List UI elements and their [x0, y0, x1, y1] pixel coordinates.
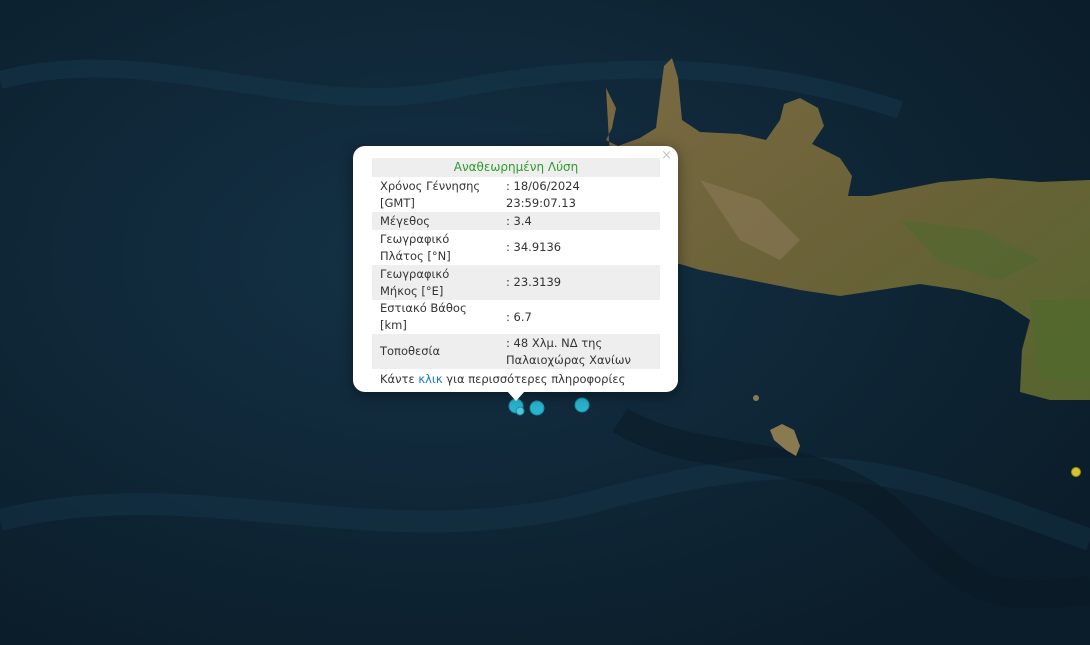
table-row: Μέγεθος : 3.4	[372, 212, 660, 230]
row-value-location: : 48 Χλμ. ΝΔ της Παλαιοχώρας Χανίων	[498, 334, 660, 369]
row-value-magnitude: : 3.4	[498, 212, 660, 230]
forest-area	[1030, 300, 1090, 380]
row-label-location: Τοποθεσία	[372, 334, 498, 369]
row-label-magnitude: Μέγεθος	[372, 212, 498, 230]
row-label-latitude: Γεωγραφικό Πλάτος [°N]	[380, 231, 451, 263]
row-label-origin-time: Χρόνος Γέννησης [GMT]	[380, 178, 481, 210]
close-icon[interactable]: ×	[661, 149, 672, 163]
more-info-suffix: για περισσότερες πληροφορίες	[446, 372, 626, 386]
earthquake-marker[interactable]	[1071, 467, 1081, 477]
popup-tip	[507, 391, 525, 401]
row-value-latitude: : 34.9136	[506, 240, 562, 254]
row-value-depth: : 6.7	[506, 309, 532, 324]
popup-title: Αναθεωρημένη Λύση	[372, 158, 660, 177]
more-info-link[interactable]: κλικ	[418, 372, 442, 386]
earthquake-marker[interactable]	[574, 397, 590, 413]
table-row: Γεωγραφικό Πλάτος [°N] : 34.9136	[372, 230, 660, 265]
more-info-line: Κάντε κλικ για περισσότερες πληροφορίες	[372, 369, 660, 389]
islet	[753, 395, 759, 401]
table-row: Χρόνος Γέννησης [GMT] : 18/06/2024 23:59…	[372, 177, 660, 212]
earthquake-popup: × Αναθεωρημένη Λύση Χρόνος Γέννησης [GMT…	[353, 146, 678, 401]
more-info-prefix: Κάντε	[380, 372, 415, 386]
row-value-origin-time: : 18/06/2024 23:59:07.13	[506, 178, 580, 210]
table-row: Γεωγραφικό Μήκος [°E] : 23.3139	[372, 265, 660, 300]
earthquake-marker[interactable]	[515, 406, 525, 416]
earthquake-marker[interactable]	[529, 400, 545, 416]
row-label-longitude: Γεωγραφικό Μήκος [°E]	[372, 265, 498, 300]
row-value-longitude: : 23.3139	[498, 265, 660, 300]
table-row: Εστιακό Βάθος [km] : 6.7	[372, 300, 660, 334]
row-label-depth: Εστιακό Βάθος [km]	[380, 301, 467, 332]
table-row: Τοποθεσία : 48 Χλμ. ΝΔ της Παλαιοχώρας Χ…	[372, 334, 660, 369]
info-table: Χρόνος Γέννησης [GMT] : 18/06/2024 23:59…	[372, 177, 660, 369]
